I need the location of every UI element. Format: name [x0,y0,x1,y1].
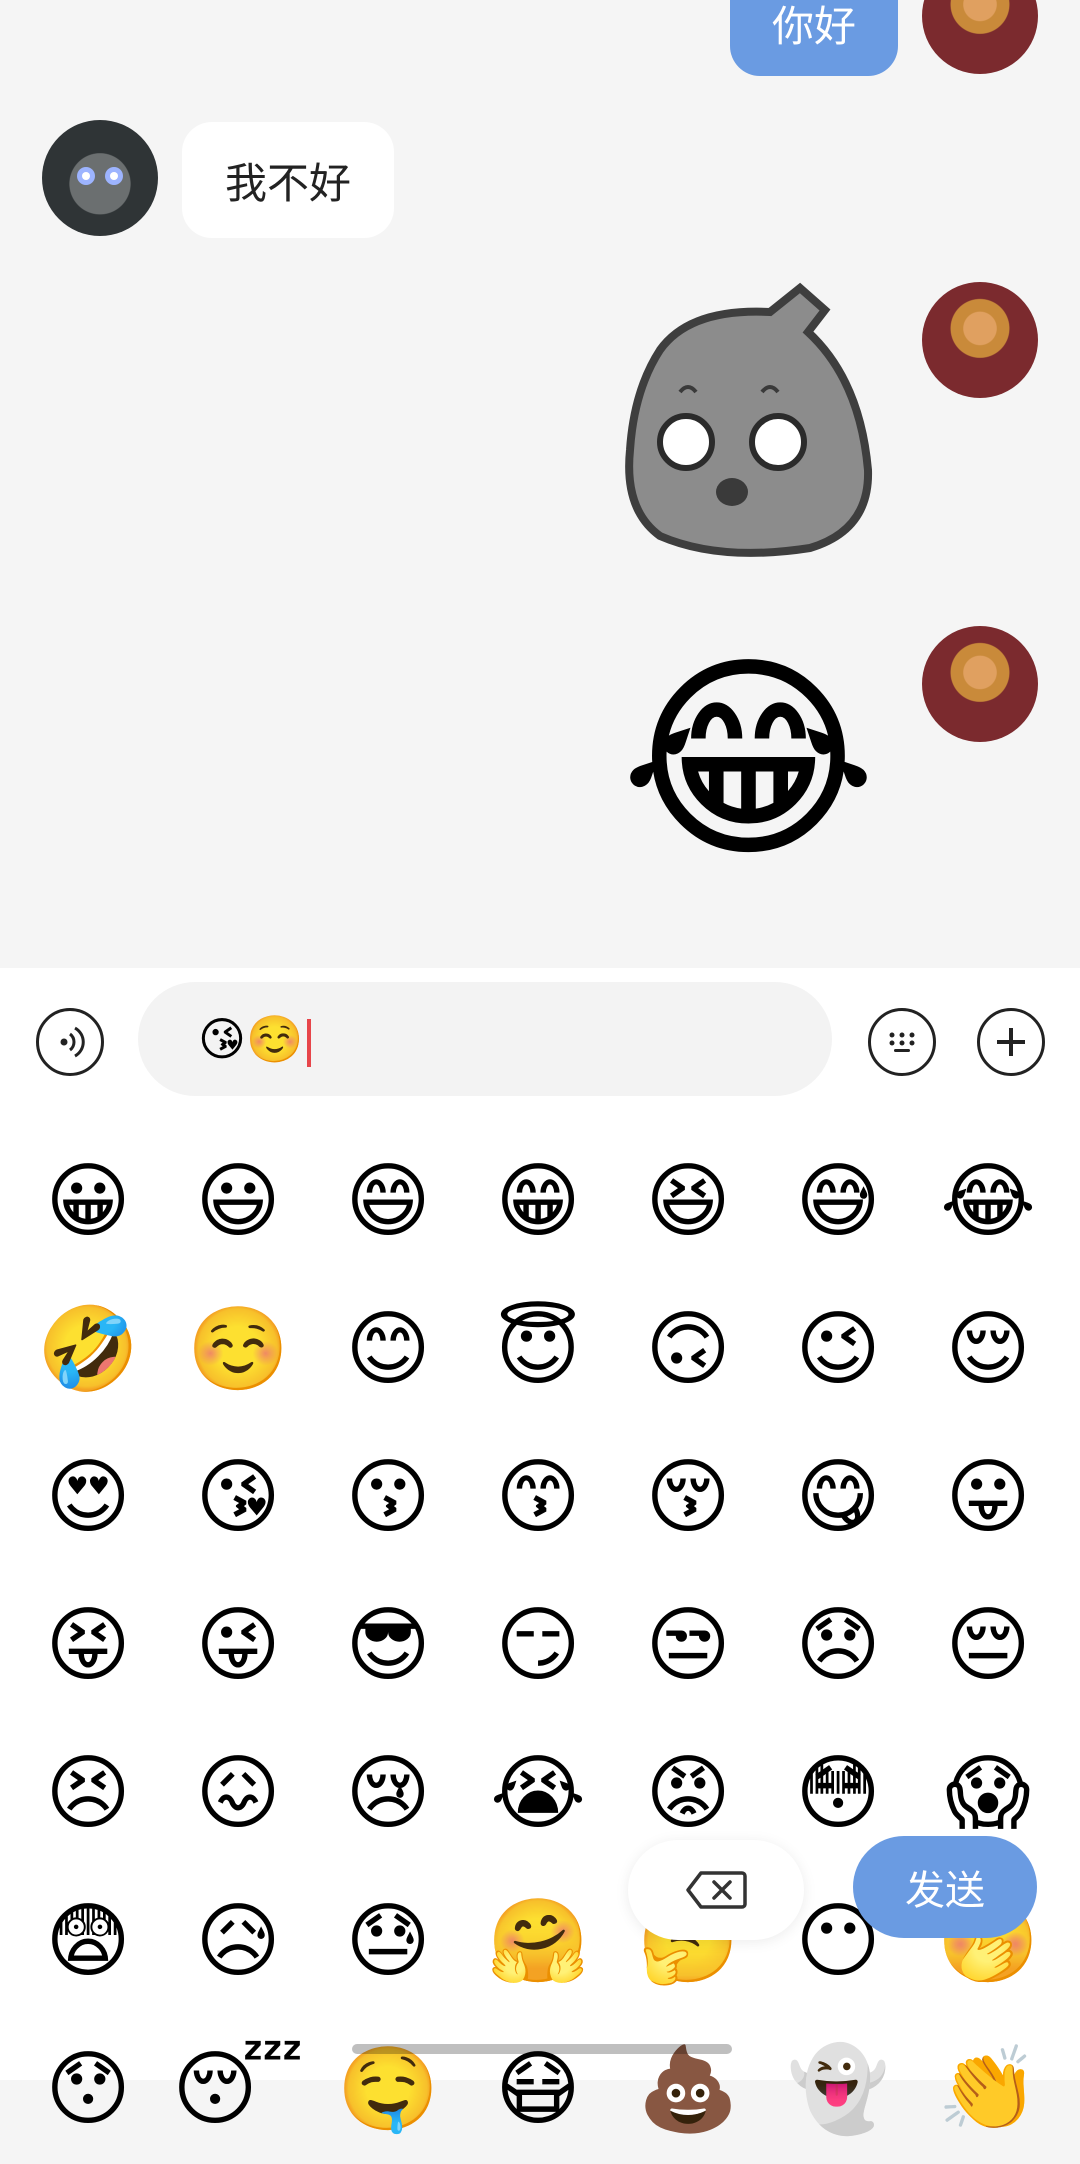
my-avatar[interactable] [922,282,1038,398]
emoji-key[interactable]: 👻 [763,2016,913,2164]
emoji-key[interactable]: 😏 [463,1572,613,1720]
emoji-keyboard-button[interactable] [868,1008,936,1076]
emoji-key[interactable]: 😚 [613,1424,763,1572]
emoji-key[interactable]: 😗 [313,1424,463,1572]
emoji-grid: 😀 😃 😄 😁 😆 😅 😂 🤣 ☺️ 😊 😇 🙃 😉 😌 😍 😘 😗 😙 😚 😋… [0,1128,1080,2164]
emoji-key[interactable]: 😌 [913,1276,1063,1424]
keyboard-icon [889,1032,915,1052]
gray-rock-sticker[interactable] [620,280,880,560]
emoji-key[interactable]: 😨 [13,1868,163,2016]
emoji-key[interactable]: 😢 [313,1720,463,1868]
more-button[interactable] [977,1008,1045,1076]
backspace-icon [686,1871,747,1909]
send-button[interactable]: 发送 [853,1836,1037,1938]
emoji-key[interactable]: 😭 [463,1720,613,1868]
emoji-key[interactable]: 😜 [163,1572,313,1720]
emoji-key[interactable]: 😃 [163,1128,313,1276]
message-text: 我不好 [224,158,351,208]
emoji-key[interactable]: 😉 [763,1276,913,1424]
emoji-key[interactable]: 😎 [313,1572,463,1720]
voice-icon [60,1026,85,1058]
emoji-key[interactable]: ☺️ [163,1276,313,1424]
emoji-key[interactable]: 😄 [313,1128,463,1276]
emoji-key[interactable]: 😇 [463,1276,613,1424]
emoji-key[interactable]: 👏 [913,2016,1063,2164]
message-text: 你好 [771,1,856,51]
emoji-key[interactable]: 😅 [763,1128,913,1276]
message-input[interactable]: 😘☺️ [138,982,832,1096]
my-avatar[interactable] [922,0,1038,74]
emoji-key[interactable]: 😝 [13,1572,163,1720]
emoji-panel: 😘☺️ 😀 😃 😄 😁 😆 😅 😂 🤣 ☺️ 😊 😇 🙃 😉 😌 😍 😘 😗 😙… [0,968,1080,2131]
emoji-key[interactable]: 🤤 [313,2016,463,2164]
emoji-key[interactable]: 😙 [463,1424,613,1572]
emoji-key[interactable]: 😁 [463,1128,613,1276]
emoji-key[interactable]: 😀 [13,1128,163,1276]
delete-button[interactable] [628,1840,804,1940]
emoji-key[interactable]: 😂 [913,1128,1063,1276]
emoji-key[interactable]: 😴 [163,2016,313,2164]
emoji-key[interactable]: 😣 [13,1720,163,1868]
emoji-key[interactable]: 😔 [913,1572,1063,1720]
emoji-key[interactable]: 😋 [763,1424,913,1572]
emoji-key[interactable]: 💩 [613,2016,763,2164]
emoji-key[interactable]: 😥 [163,1868,313,2016]
voice-button[interactable] [36,1008,104,1076]
emoji-key[interactable]: 😖 [163,1720,313,1868]
emoji-key[interactable]: 😷 [463,2016,613,2164]
contact-avatar[interactable] [42,120,158,236]
input-value: 😘☺️ [198,1012,304,1066]
emoji-key[interactable]: 😘 [163,1424,313,1572]
plus-icon [997,1028,1025,1056]
emoji-key[interactable]: 🙃 [613,1276,763,1424]
message-bubble-other[interactable]: 我不好 [182,122,394,238]
my-avatar[interactable] [922,626,1038,742]
emoji-key[interactable]: 🤗 [463,1868,613,2016]
home-indicator[interactable] [352,2044,732,2054]
emoji-key[interactable]: 🤣 [13,1276,163,1424]
chat-area: 你好 我不好 😂 [0,0,1080,968]
text-caret [307,1018,312,1067]
emoji-key[interactable]: 😯 [13,2016,163,2164]
emoji-key[interactable]: 😒 [613,1572,763,1720]
emoji-key[interactable]: 😍 [13,1424,163,1572]
big-emoji-message[interactable]: 😂 [620,650,877,870]
emoji-key[interactable]: 😓 [313,1868,463,2016]
emoji-key[interactable]: 😆 [613,1128,763,1276]
message-bubble-me[interactable]: 你好 [730,0,898,76]
emoji-key[interactable]: 😛 [913,1424,1063,1572]
emoji-key[interactable]: 😊 [313,1276,463,1424]
emoji-key[interactable]: 😞 [763,1572,913,1720]
